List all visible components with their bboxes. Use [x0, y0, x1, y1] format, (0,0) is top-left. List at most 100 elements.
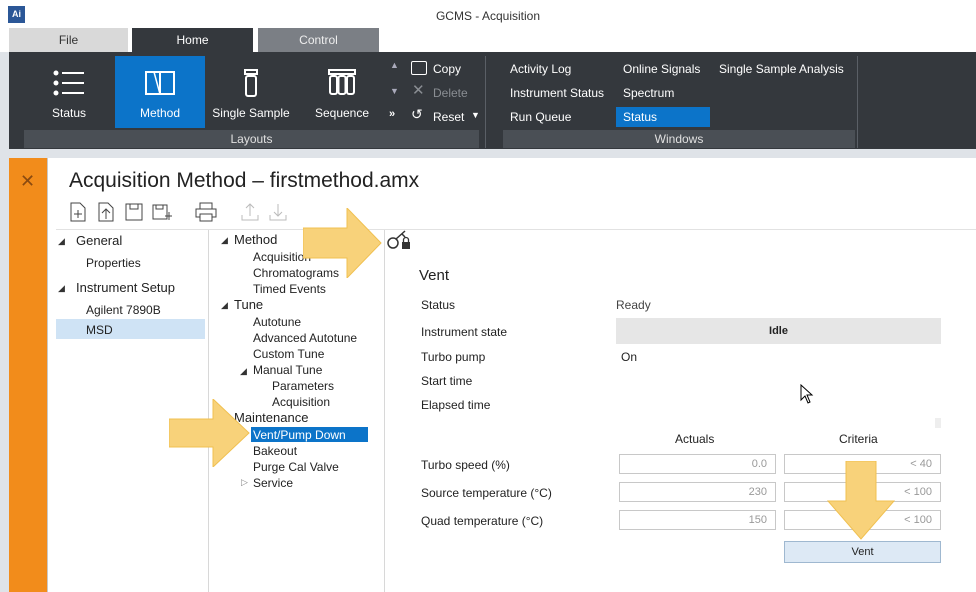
spectrum-link[interactable]: Spectrum — [616, 83, 681, 103]
upload-icon[interactable] — [240, 202, 260, 222]
collapse-icon[interactable]: ◢ — [240, 366, 247, 377]
tab-control[interactable]: Control — [258, 28, 379, 52]
status-layout-label: Status — [51, 106, 87, 120]
status-window-link[interactable]: Status — [616, 107, 710, 127]
callout-arrow-icon — [303, 208, 382, 278]
vent-button[interactable]: Vent — [784, 541, 941, 563]
save-icon[interactable] — [124, 202, 144, 222]
single-sample-layout-label: Single Sample — [212, 106, 290, 120]
nav-general[interactable]: General — [76, 233, 122, 248]
tree-autotune[interactable]: Autotune — [253, 315, 301, 329]
book-icon — [145, 71, 175, 95]
tree-timed-events[interactable]: Timed Events — [253, 282, 326, 296]
instrument-status-link[interactable]: Instrument Status — [503, 83, 611, 103]
mouse-cursor-icon — [800, 384, 814, 404]
scroll-up-icon[interactable]: ▲ — [390, 60, 399, 70]
vial-icon — [244, 69, 258, 97]
page-title: Acquisition Method – firstmethod.amx — [69, 169, 420, 192]
download-icon[interactable] — [268, 202, 288, 222]
tree-advanced-autotune[interactable]: Advanced Autotune — [253, 331, 357, 345]
instrument-state-label: Instrument state — [421, 325, 508, 339]
nav-agilent-7890b[interactable]: Agilent 7890B — [86, 303, 161, 317]
tree-manual-tune[interactable]: Manual Tune — [253, 363, 322, 377]
collapse-icon[interactable]: ◢ — [221, 300, 228, 311]
scroll-down-icon[interactable]: ▼ — [390, 86, 399, 96]
tree-service[interactable]: Service — [253, 476, 293, 490]
nav-msd[interactable]: MSD — [86, 323, 113, 337]
vent-heading: Vent — [419, 267, 450, 284]
callout-arrow-icon — [169, 399, 250, 467]
tab-home[interactable]: Home — [132, 28, 253, 52]
scroll-indicator — [935, 418, 941, 428]
reset-button[interactable]: Reset — [433, 110, 464, 124]
quad-temp-label: Quad temperature (°C) — [421, 514, 544, 528]
nav-instrument-setup[interactable]: Instrument Setup — [76, 280, 175, 295]
ribbon-tabs: File Home Control — [0, 24, 976, 52]
status-layout-button[interactable]: Status — [24, 56, 114, 128]
expand-icon[interactable]: » — [389, 108, 395, 120]
instrument-state-value: Idle — [616, 318, 941, 344]
layouts-group-label: Layouts — [24, 130, 479, 148]
online-signals-link[interactable]: Online Signals — [616, 59, 707, 79]
actuals-header: Actuals — [675, 432, 715, 446]
ribbon: Status Method Single Sample Sequence ▲ ▼… — [9, 52, 976, 149]
close-icon: ✕ — [412, 82, 425, 99]
nav-msd-selected[interactable] — [56, 319, 205, 339]
tree-vent-pump-down[interactable]: Vent/Pump Down — [253, 428, 346, 442]
single-sample-layout-button[interactable]: Single Sample — [206, 56, 296, 128]
turbo-speed-label: Turbo speed (%) — [421, 458, 510, 472]
source-temp-actual: 230 — [619, 482, 776, 502]
quad-temp-actual: 150 — [619, 510, 776, 530]
copy-icon — [411, 61, 427, 75]
open-file-icon[interactable] — [96, 202, 116, 222]
tree-tune[interactable]: Tune — [234, 297, 263, 312]
delete-button[interactable]: Delete — [433, 86, 468, 100]
sequence-layout-label: Sequence — [314, 106, 370, 120]
windows-group-label: Windows — [503, 130, 855, 148]
close-icon[interactable]: ✕ — [20, 172, 35, 190]
vials-icon — [328, 69, 356, 95]
turbo-pump-label: Turbo pump — [421, 350, 486, 364]
new-file-icon[interactable] — [68, 202, 88, 222]
single-sample-analysis-link[interactable]: Single Sample Analysis — [712, 59, 851, 79]
key-lock-icon[interactable] — [386, 229, 412, 251]
collapse-icon[interactable]: ◢ — [58, 236, 65, 247]
chevron-down-icon[interactable]: ▼ — [471, 110, 480, 120]
undo-icon: ↺ — [411, 106, 423, 122]
elapsed-time-label: Elapsed time — [421, 398, 491, 412]
save-as-icon[interactable] — [152, 202, 172, 222]
tree-parameters[interactable]: Parameters — [272, 379, 334, 393]
source-temp-label: Source temperature (°C) — [421, 486, 552, 500]
copy-button[interactable]: Copy — [433, 62, 461, 76]
tab-file[interactable]: File — [9, 28, 128, 52]
start-time-label: Start time — [421, 374, 473, 388]
list-icon — [53, 70, 84, 96]
sequence-layout-button[interactable]: Sequence — [297, 56, 387, 128]
status-value: Ready — [616, 298, 651, 312]
tree-purge-cal-valve[interactable]: Purge Cal Valve — [253, 460, 339, 474]
expand-icon[interactable]: ▷ — [241, 477, 248, 488]
tree-custom-tune[interactable]: Custom Tune — [253, 347, 324, 361]
run-queue-link[interactable]: Run Queue — [503, 107, 578, 127]
tree-manual-acquisition[interactable]: Acquisition — [272, 395, 330, 409]
window-title: GCMS - Acquisition — [435, 9, 541, 23]
method-layout-button[interactable]: Method — [115, 56, 205, 128]
collapse-icon[interactable]: ◢ — [221, 235, 228, 246]
ribbon-separator — [485, 56, 486, 148]
ribbon-separator-2 — [857, 56, 858, 148]
turbo-speed-actual: 0.0 — [619, 454, 776, 474]
tree-bakeout[interactable]: Bakeout — [253, 444, 297, 458]
turbo-pump-value: On — [621, 350, 638, 364]
tree-divider — [384, 230, 385, 592]
close-panel-bar[interactable]: ✕ — [9, 158, 47, 592]
nav-properties[interactable]: Properties — [86, 256, 141, 270]
toolbar-divider — [56, 229, 976, 230]
status-label: Status — [421, 298, 456, 312]
callout-arrow-icon — [826, 461, 896, 540]
tree-method[interactable]: Method — [234, 232, 277, 247]
collapse-icon[interactable]: ◢ — [58, 283, 65, 294]
print-icon[interactable] — [194, 202, 218, 222]
activity-log-link[interactable]: Activity Log — [503, 59, 578, 79]
criteria-header: Criteria — [839, 432, 878, 446]
method-layout-label: Method — [139, 106, 181, 120]
